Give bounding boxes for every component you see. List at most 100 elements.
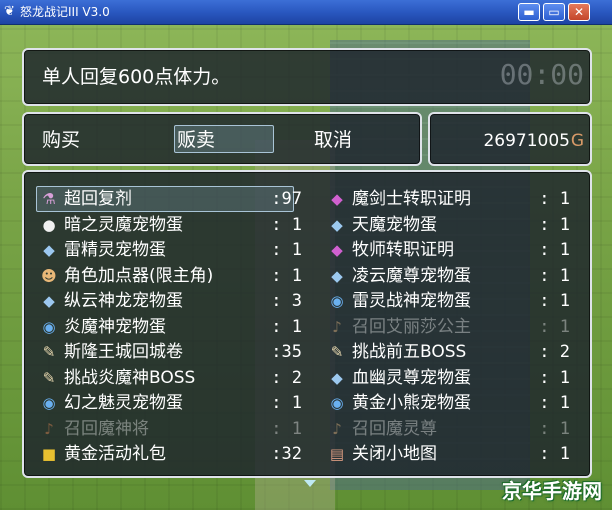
- item-row[interactable]: ♪ 召回艾丽莎公主 : 1: [326, 314, 576, 340]
- item-name: 关闭小地图: [352, 444, 437, 464]
- item-name: 血幽灵尊宠物蛋: [352, 367, 471, 388]
- item-row[interactable]: ♪ 召回魔灵尊 : 1: [326, 416, 576, 442]
- minimize-button[interactable]: ▬: [518, 3, 540, 21]
- title-bar: ❦ 怒龙战记III V3.0 ▬ ▭ ✕: [0, 0, 612, 25]
- help-text: 单人回复600点体力。: [42, 66, 231, 88]
- egg-icon: ●: [42, 215, 56, 234]
- item-name: 召回艾丽莎公主: [352, 316, 471, 337]
- orb-icon: ◉: [330, 292, 344, 310]
- item-name: 召回魔灵尊: [352, 418, 437, 439]
- item-name: 斯隆王城回城卷: [64, 342, 183, 362]
- item-count: : 1: [271, 316, 302, 337]
- item-name: 魔剑士转职证明: [352, 189, 471, 209]
- item-row[interactable]: ◆ 牧师转职证明: 1: [326, 237, 576, 263]
- sell-command[interactable]: 贩卖: [177, 127, 215, 153]
- item-row[interactable]: ◉ 雷灵战神宠物蛋 : 1: [326, 288, 576, 314]
- item-count: :32: [271, 444, 302, 464]
- item-row[interactable]: ◆ 血幽灵尊宠物蛋 : 1: [326, 365, 576, 391]
- item-name: 炎魔神宠物蛋: [64, 316, 166, 337]
- item-name: 角色加点器(限主角): [64, 265, 214, 286]
- item-row[interactable]: ◆ 凌云魔尊宠物蛋 : 1: [326, 263, 576, 289]
- item-name: 召回魔神将: [64, 418, 149, 439]
- item-row[interactable]: ● 暗之灵魔宠物蛋 : 1: [38, 212, 308, 238]
- gold-amount: 26971005: [483, 131, 570, 151]
- item-name: 黄金活动礼包: [64, 444, 166, 464]
- diamond-icon: ◆: [331, 241, 343, 259]
- scroll-icon: ✎: [42, 368, 56, 387]
- item-count: : 1: [539, 418, 570, 439]
- scroll-icon: ✎: [330, 343, 344, 361]
- crystal-egg-icon: ◆: [331, 266, 343, 285]
- crystal-egg-icon: ◆: [331, 215, 343, 234]
- item-name: 暗之灵魔宠物蛋: [64, 214, 183, 235]
- summon-icon: ♪: [332, 317, 342, 336]
- window-title: 怒龙战记III V3.0: [20, 5, 110, 19]
- character-icon: ☻: [41, 266, 57, 285]
- item-count: : 2: [539, 342, 570, 362]
- item-name: 雷精灵宠物蛋: [64, 240, 166, 260]
- item-row[interactable]: ⚗ 超回复剂 :97: [38, 186, 308, 212]
- item-count: : 1: [539, 265, 570, 286]
- item-row[interactable]: ◆ 天魔宠物蛋 : 1: [326, 212, 576, 238]
- map-icon: ▤: [329, 445, 345, 463]
- item-count: : 1: [539, 444, 570, 464]
- diamond-icon: ◆: [331, 190, 343, 208]
- crystal-egg-icon: ◆: [43, 241, 55, 259]
- item-name: 超回复剂: [64, 189, 132, 209]
- help-window: 单人回复600点体力。 00:00: [22, 48, 592, 106]
- item-row[interactable]: ◆ 魔剑士转职证明 : 1: [326, 186, 576, 212]
- item-count: : 1: [271, 418, 302, 439]
- item-name: 黄金小熊宠物蛋: [352, 393, 471, 413]
- item-count: : 1: [539, 367, 570, 388]
- gold-window: 26971005 G: [428, 112, 592, 166]
- item-name: 雷灵战神宠物蛋: [352, 291, 471, 311]
- potion-icon: ⚗: [42, 190, 56, 208]
- crystal-egg-icon: ◆: [331, 368, 343, 387]
- item-row[interactable]: ♪ 召回魔神将: 1: [38, 416, 308, 442]
- item-count: :97: [271, 189, 302, 209]
- item-count: : 1: [539, 214, 570, 235]
- orb-icon: ◉: [42, 394, 56, 412]
- item-count: : 1: [271, 214, 302, 235]
- maximize-button[interactable]: ▭: [543, 3, 565, 21]
- item-name: 挑战炎魔神BOSS: [64, 367, 196, 388]
- treasure-icon: ■: [41, 445, 57, 463]
- item-count: : 1: [539, 189, 570, 209]
- buy-command[interactable]: 购买: [42, 127, 80, 153]
- item-count: : 2: [271, 367, 302, 388]
- item-name: 纵云神龙宠物蛋: [64, 291, 183, 311]
- app-icon: ❦: [4, 4, 15, 19]
- item-row[interactable]: ✎ 挑战前五BOSS : 2: [326, 339, 576, 365]
- close-button[interactable]: ✕: [568, 3, 590, 21]
- item-count: :35: [271, 342, 302, 362]
- item-list-window: ⚗ 超回复剂 :97 ● 暗之灵魔宠物蛋 : 1 ◆ 雷精灵宠物蛋 : 1 ☻ 角色加点器(限主角)…: [22, 170, 592, 478]
- item-count: : 1: [271, 240, 302, 260]
- item-row[interactable]: ◉ 黄金小熊宠物蛋: 1: [326, 390, 576, 416]
- item-row[interactable]: ◆ 纵云神龙宠物蛋: 3: [38, 288, 308, 314]
- item-count: : 1: [271, 393, 302, 413]
- item-row[interactable]: ▤ 关闭小地图 : 1: [326, 441, 576, 467]
- scroll-icon: ✎: [42, 343, 56, 361]
- item-name: 幻之魅灵宠物蛋: [64, 393, 183, 413]
- item-count: : 1: [539, 291, 570, 311]
- item-row[interactable]: ✎ 斯隆王城回城卷 :35: [38, 339, 308, 365]
- item-name: 凌云魔尊宠物蛋: [352, 265, 471, 286]
- item-name: 天魔宠物蛋: [352, 214, 437, 235]
- cancel-command[interactable]: 取消: [314, 127, 352, 153]
- summon-icon: ♪: [332, 419, 342, 438]
- scroll-down-arrow-icon[interactable]: [304, 480, 316, 487]
- orb-icon: ◉: [42, 317, 56, 336]
- item-row[interactable]: ☻ 角色加点器(限主角) : 1: [38, 263, 308, 289]
- crystal-egg-icon: ◆: [43, 292, 55, 310]
- item-count: : 1: [539, 316, 570, 337]
- item-name: 挑战前五BOSS: [352, 342, 467, 362]
- playtime-clock: 00:00: [499, 58, 584, 91]
- watermark-logo: 京华手游网: [502, 479, 602, 503]
- item-row[interactable]: ◉ 幻之魅灵宠物蛋 : 1: [38, 390, 308, 416]
- item-row[interactable]: ■ 黄金活动礼包 :32: [38, 441, 308, 467]
- item-row[interactable]: ◉ 炎魔神宠物蛋 : 1: [38, 314, 308, 340]
- item-row[interactable]: ◆ 雷精灵宠物蛋 : 1: [38, 237, 308, 263]
- item-name: 牧师转职证明: [352, 240, 454, 260]
- item-row[interactable]: ✎ 挑战炎魔神BOSS : 2: [38, 365, 308, 391]
- item-count: : 1: [271, 265, 302, 286]
